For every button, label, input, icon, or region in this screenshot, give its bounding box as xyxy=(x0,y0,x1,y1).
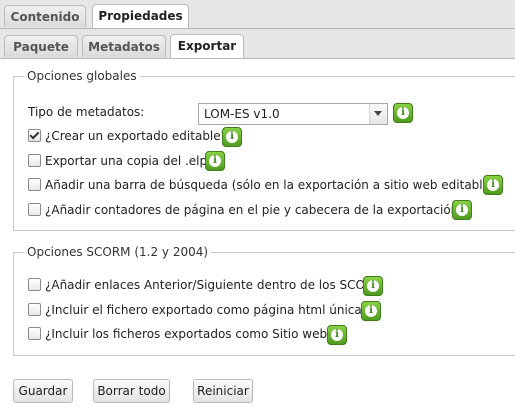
info-icon[interactable] xyxy=(363,276,383,296)
reset-button[interactable]: Reiniciar xyxy=(193,379,253,403)
chevron-down-icon[interactable] xyxy=(369,104,387,124)
info-icon[interactable] xyxy=(327,325,347,345)
website-files-checkbox[interactable] xyxy=(28,327,41,340)
page-counters-checkbox[interactable] xyxy=(28,203,41,216)
single-html-page-checkbox[interactable] xyxy=(28,303,41,316)
metadata-type-select[interactable]: LOM-ES v1.0 xyxy=(198,103,388,125)
info-icon[interactable] xyxy=(393,103,413,123)
scorm-options-legend: Opciones SCORM (1.2 y 2004) xyxy=(24,245,212,259)
metadata-type-value: LOM-ES v1.0 xyxy=(204,107,280,121)
main-tab-bar: Contenido Propiedades xyxy=(0,0,515,29)
info-icon[interactable] xyxy=(205,151,225,171)
export-elp-checkbox[interactable] xyxy=(28,154,41,167)
clear-all-button[interactable]: Borrar todo xyxy=(93,379,170,403)
option-editable-export[interactable]: ¿Crear un exportado editable? xyxy=(28,126,228,146)
sub-tab-bar: Paquete Metadatos Exportar xyxy=(0,29,515,59)
info-icon[interactable] xyxy=(483,175,503,195)
option-page-counters[interactable]: ¿Añadir contadores de página en el pie y… xyxy=(28,200,465,220)
tab-exportar[interactable]: Exportar xyxy=(170,34,244,58)
option-export-elp[interactable]: Exportar una copia del .elp xyxy=(28,151,208,171)
info-icon[interactable] xyxy=(222,127,242,147)
tab-propiedades[interactable]: Propiedades xyxy=(92,4,189,28)
editable-export-checkbox[interactable] xyxy=(28,129,41,142)
save-button[interactable]: Guardar xyxy=(13,379,73,403)
info-icon[interactable] xyxy=(361,301,381,321)
tab-contenido[interactable]: Contenido xyxy=(4,5,86,27)
metadata-type-label: Tipo de metadatos: xyxy=(28,105,145,119)
search-bar-checkbox[interactable] xyxy=(28,178,41,191)
info-icon[interactable] xyxy=(452,200,472,220)
export-panel: Opciones globales Tipo de metadatos: LOM… xyxy=(0,59,515,412)
option-prev-next-links[interactable]: ¿Añadir enlaces Anterior/Siguiente dentr… xyxy=(28,275,371,295)
prev-next-links-checkbox[interactable] xyxy=(28,278,41,291)
tab-metadatos[interactable]: Metadatos xyxy=(82,35,166,57)
option-search-bar[interactable]: Añadir una barra de búsqueda (sólo en la… xyxy=(28,175,495,195)
option-single-html-page[interactable]: ¿Incluir el fichero exportado como págin… xyxy=(28,300,368,320)
global-options-legend: Opciones globales xyxy=(24,69,140,83)
option-website-files[interactable]: ¿Incluir los ficheros exportados como Si… xyxy=(28,324,338,344)
tab-paquete[interactable]: Paquete xyxy=(4,35,78,57)
